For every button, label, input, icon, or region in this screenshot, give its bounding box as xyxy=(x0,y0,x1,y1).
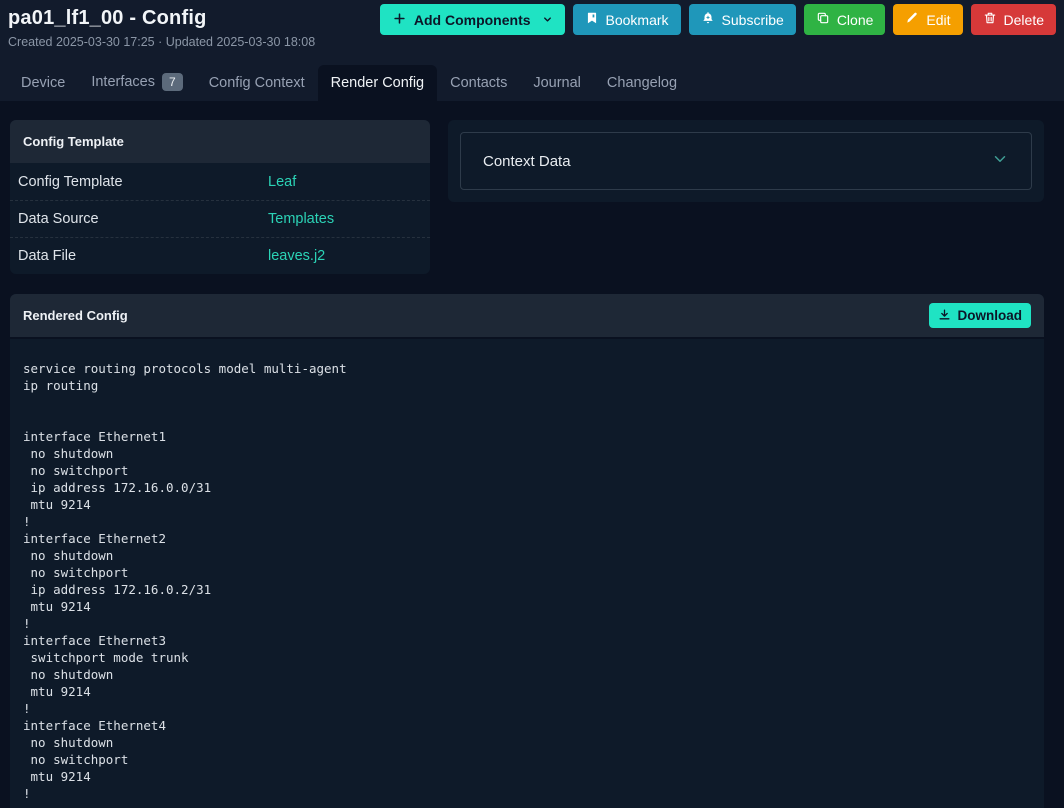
context-data-toggle[interactable]: Context Data xyxy=(460,132,1032,190)
chevron-down-icon xyxy=(542,12,553,28)
tab-interfaces[interactable]: Interfaces 7 xyxy=(78,63,195,101)
toolbar: Add Components Bookmark Subscribe Clone … xyxy=(379,4,1056,35)
tab-render-config[interactable]: Render Config xyxy=(317,65,438,101)
bookmark-icon xyxy=(585,11,599,28)
subscribe-label: Subscribe xyxy=(721,11,784,28)
clone-label: Clone xyxy=(836,11,874,28)
bookmark-button[interactable]: Bookmark xyxy=(572,4,681,35)
add-components-button[interactable]: Add Components xyxy=(379,4,565,35)
config-template-table: Config Template Leaf Data Source Templat… xyxy=(10,163,430,274)
row-label: Config Template xyxy=(18,173,123,190)
top-grid: Config Template Config Template Leaf Dat… xyxy=(10,120,1044,274)
page-subtitle: Created 2025-03-30 17:25 · Updated 2025-… xyxy=(8,35,316,49)
tab-changelog-label: Changelog xyxy=(606,75,678,91)
config-template-card: Config Template Config Template Leaf Dat… xyxy=(10,120,430,274)
tab-contacts[interactable]: Contacts xyxy=(437,65,520,101)
title-block: pa01_lf1_00 - Config Created 2025-03-30 … xyxy=(8,4,315,49)
tab-config-context[interactable]: Config Context xyxy=(196,65,318,101)
tab-device-label: Device xyxy=(21,75,66,91)
rendered-config-title: Rendered Config xyxy=(23,308,128,323)
subscribe-button[interactable]: Subscribe xyxy=(688,4,796,35)
trash-icon xyxy=(983,11,997,28)
chevron-down-icon xyxy=(991,150,1009,173)
delete-label: Delete xyxy=(1003,11,1044,28)
context-data-card: Context Data xyxy=(448,120,1044,202)
config-template-link[interactable]: Leaf xyxy=(268,174,296,190)
add-components-label: Add Components xyxy=(413,11,531,28)
table-row: Config Template Leaf xyxy=(10,163,430,200)
tab-journal[interactable]: Journal xyxy=(520,65,594,101)
download-button[interactable]: Download xyxy=(928,303,1031,328)
page: pa01_lf1_00 - Config Created 2025-03-30 … xyxy=(0,0,1064,808)
edit-label: Edit xyxy=(926,11,951,28)
tab-bar: Device Interfaces 7 Config Context Rende… xyxy=(0,49,1064,101)
bell-plus-icon xyxy=(701,11,715,28)
row-label: Data Source xyxy=(18,211,99,227)
tab-changelog[interactable]: Changelog xyxy=(594,65,690,101)
data-source-link[interactable]: Templates xyxy=(268,211,334,227)
download-icon xyxy=(938,308,951,324)
edit-button[interactable]: Edit xyxy=(893,4,963,35)
bookmark-label: Bookmark xyxy=(605,11,669,28)
config-template-card-header: Config Template xyxy=(10,120,430,163)
rendered-config-card: Rendered Config Download service routing… xyxy=(10,294,1044,808)
page-header: pa01_lf1_00 - Config Created 2025-03-30 … xyxy=(0,0,1064,101)
table-row: Data Source Templates xyxy=(10,200,430,237)
header-top: pa01_lf1_00 - Config Created 2025-03-30 … xyxy=(0,0,1064,49)
page-title: pa01_lf1_00 - Config xyxy=(8,7,207,29)
tab-render-config-label: Render Config xyxy=(330,75,425,91)
clone-button[interactable]: Clone xyxy=(803,4,886,35)
row-label: Data File xyxy=(18,248,77,264)
rendered-config-text: service routing protocols model multi-ag… xyxy=(23,361,347,801)
tab-interfaces-label: Interfaces xyxy=(91,74,155,90)
config-template-card-title: Config Template xyxy=(23,134,124,149)
tab-contacts-label: Contacts xyxy=(450,75,508,91)
delete-button[interactable]: Delete xyxy=(970,4,1056,35)
rendered-config-card-header: Rendered Config Download xyxy=(10,294,1044,339)
main-content: Config Template Config Template Leaf Dat… xyxy=(0,101,1064,808)
interfaces-count-badge: 7 xyxy=(162,73,183,91)
download-label: Download xyxy=(957,308,1023,323)
tab-device[interactable]: Device xyxy=(8,65,78,101)
context-data-title: Context Data xyxy=(483,152,571,170)
tab-config-context-label: Config Context xyxy=(208,75,305,91)
plus-icon xyxy=(392,11,407,29)
data-file-link[interactable]: leaves.j2 xyxy=(268,248,325,264)
tab-journal-label: Journal xyxy=(533,75,581,91)
pencil-icon xyxy=(905,11,919,28)
table-row: Data File leaves.j2 xyxy=(10,237,430,274)
copy-icon xyxy=(816,11,830,28)
